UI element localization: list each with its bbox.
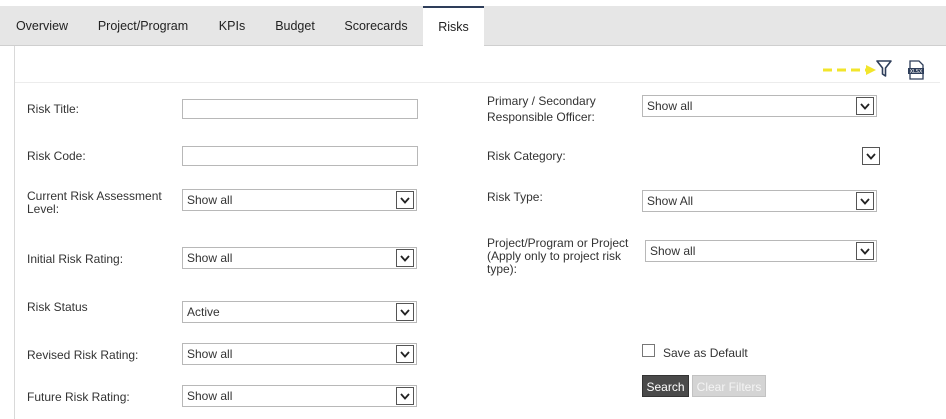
initial-rating-value: Show all bbox=[187, 251, 233, 265]
risk-type-value: Show All bbox=[647, 194, 694, 208]
risk-code-input[interactable] bbox=[182, 146, 418, 166]
chevron-down-icon[interactable] bbox=[396, 191, 414, 209]
risk-title-input[interactable] bbox=[182, 99, 418, 119]
current-assessment-label: Current Risk Assessment Level: bbox=[27, 189, 162, 216]
panel-border bbox=[14, 46, 15, 419]
project-program-value: Show all bbox=[650, 244, 696, 258]
risk-status-label: Risk Status bbox=[27, 300, 88, 314]
project-program-select[interactable]: Show all bbox=[645, 240, 877, 262]
future-rating-value: Show all bbox=[187, 389, 233, 403]
risk-category-label: Risk Category: bbox=[487, 149, 566, 163]
risk-type-label: Risk Type: bbox=[487, 190, 543, 204]
tab-bar: Overview Project/Program KPIs Budget Sco… bbox=[0, 6, 946, 47]
risk-title-label: Risk Title: bbox=[27, 102, 80, 116]
responsible-officer-label: Primary / Secondary Responsible Officer: bbox=[487, 94, 596, 124]
tab-risks[interactable]: Risks bbox=[423, 6, 484, 47]
risk-status-select[interactable]: Active bbox=[182, 301, 417, 323]
arrow-annotation-icon bbox=[823, 65, 876, 75]
revised-rating-label: Revised Risk Rating: bbox=[27, 348, 139, 362]
save-default-checkbox[interactable] bbox=[642, 344, 655, 357]
initial-rating-select[interactable]: Show all bbox=[182, 247, 417, 269]
chevron-down-icon[interactable] bbox=[856, 192, 874, 210]
chevron-down-icon[interactable] bbox=[396, 345, 414, 363]
svg-text:XLSX: XLSX bbox=[910, 69, 923, 75]
tab-budget[interactable]: Budget bbox=[262, 6, 328, 46]
risk-category-dropdown[interactable] bbox=[862, 147, 880, 165]
risk-status-value: Active bbox=[187, 305, 220, 319]
risk-code-label: Risk Code: bbox=[27, 149, 86, 163]
future-rating-label: Future Risk Rating: bbox=[27, 390, 130, 404]
chevron-down-icon[interactable] bbox=[396, 303, 414, 321]
chevron-down-icon bbox=[866, 153, 876, 160]
clear-filters-button[interactable]: Clear Filters bbox=[692, 375, 766, 397]
current-assessment-select[interactable]: Show all bbox=[182, 189, 417, 211]
chevron-down-icon[interactable] bbox=[396, 249, 414, 267]
future-rating-select[interactable]: Show all bbox=[182, 385, 417, 407]
risk-type-select[interactable]: Show All bbox=[642, 190, 877, 212]
tab-kpis[interactable]: KPIs bbox=[206, 6, 258, 46]
xlsx-export-icon[interactable]: XLSX bbox=[907, 60, 925, 80]
initial-rating-label: Initial Risk Rating: bbox=[27, 252, 124, 266]
chevron-down-icon[interactable] bbox=[856, 242, 874, 260]
revised-rating-select[interactable]: Show all bbox=[182, 343, 417, 365]
tab-overview[interactable]: Overview bbox=[2, 6, 82, 46]
responsible-officer-value: Show all bbox=[647, 99, 693, 113]
save-default-label: Save as Default bbox=[663, 346, 748, 360]
project-program-label: Project/Program or Project (Apply only t… bbox=[487, 236, 629, 276]
chevron-down-icon[interactable] bbox=[856, 97, 874, 115]
chevron-down-icon[interactable] bbox=[396, 387, 414, 405]
tab-scorecards[interactable]: Scorecards bbox=[332, 6, 420, 46]
filter-icon[interactable] bbox=[876, 60, 892, 78]
search-button[interactable]: Search bbox=[642, 375, 689, 397]
current-assessment-value: Show all bbox=[187, 193, 233, 207]
toolbar-divider bbox=[15, 82, 940, 83]
tab-project-program[interactable]: Project/Program bbox=[84, 6, 202, 46]
responsible-officer-select[interactable]: Show all bbox=[642, 95, 877, 117]
revised-rating-value: Show all bbox=[187, 347, 233, 361]
